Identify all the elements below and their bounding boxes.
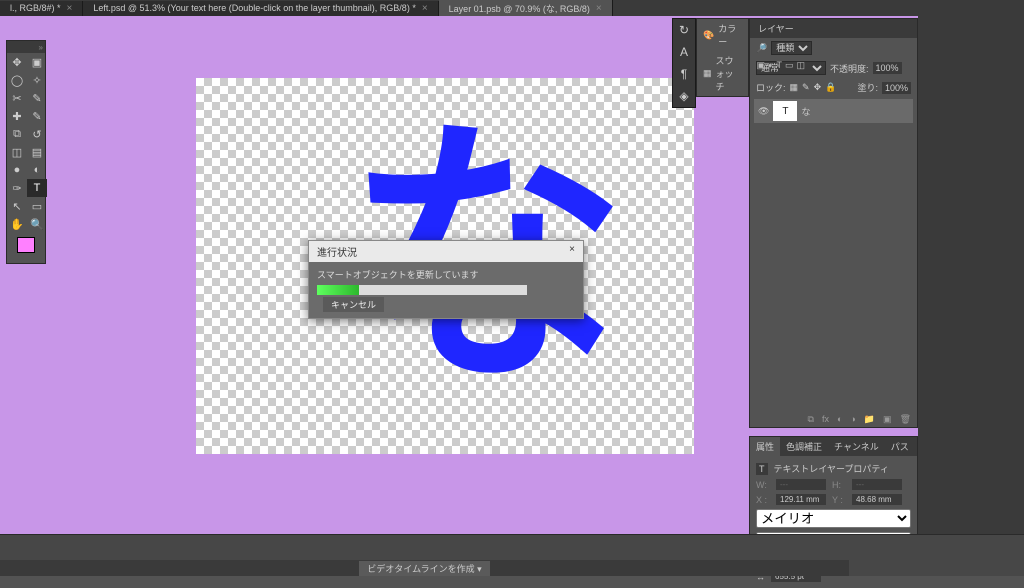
progress-bar — [317, 285, 527, 295]
tab-doc-1[interactable]: l., RGB/8#) * × — [0, 1, 83, 16]
x-value[interactable]: 129.11 mm — [776, 494, 826, 505]
props-tab-channel[interactable]: チャンネル — [828, 437, 885, 456]
grid-icon: ▦ — [703, 68, 712, 79]
dodge-tool[interactable]: ◐ — [27, 161, 47, 179]
dialog-title-text: 進行状況 — [317, 244, 357, 259]
fx-icon[interactable]: fx — [822, 414, 829, 425]
adj-icon[interactable]: ◑ — [850, 414, 855, 425]
layer-thumbnail[interactable]: T — [773, 101, 797, 121]
close-icon[interactable]: × — [422, 3, 428, 14]
document-tabs: l., RGB/8#) * × Left.psd @ 51.3% (Your te… — [0, 0, 1024, 16]
trash-icon[interactable]: 🗑 — [900, 414, 911, 425]
swatch-tab[interactable]: ▦スウォッチ — [697, 51, 748, 96]
hand-tool[interactable]: ✋ — [7, 215, 27, 233]
lock-pos-icon[interactable]: ✥ — [814, 82, 822, 93]
clone-tool[interactable]: ⧉ — [7, 125, 27, 143]
w-value[interactable]: --- — [776, 479, 826, 490]
fill-label: 塗り: — [857, 81, 878, 94]
wand-tool[interactable]: ✧ — [27, 71, 47, 89]
bottom-bar: ビデオタイムラインを作成 ▾ — [0, 534, 1024, 576]
right-toolstrip: ↻ A ¶ ◈ — [672, 18, 696, 108]
new-icon[interactable]: ▣ — [883, 414, 892, 425]
search-icon: 🔎 — [756, 43, 767, 54]
lock-label: ロック: — [756, 81, 786, 94]
layers-panel: レイヤー 🔎 種類 ▣ ◐ T ▭ ◫ 通常 不透明度: 100% ロック: ▦… — [749, 18, 918, 428]
h-value[interactable]: --- — [852, 479, 902, 490]
char-panel-icon[interactable]: A — [673, 41, 695, 63]
right-dock-collapse — [918, 16, 1024, 576]
opacity-value[interactable]: 100% — [873, 62, 902, 74]
link-icon[interactable]: ⧉ — [808, 414, 814, 425]
tab-doc-3[interactable]: Layer 01.psb @ 70.9% (な, RGB/8) × — [439, 0, 613, 17]
create-timeline-button[interactable]: ビデオタイムラインを作成 ▾ — [359, 561, 489, 576]
blur-tool[interactable]: ● — [7, 161, 27, 179]
tab-label: Left.psd @ 51.3% (Your text here (Double… — [93, 3, 415, 13]
lasso-tool[interactable]: ◯ — [7, 71, 27, 89]
close-icon[interactable]: × — [596, 3, 602, 14]
lock-paint-icon[interactable]: ✎ — [802, 82, 810, 93]
folder-icon[interactable]: 📁 — [864, 414, 875, 425]
type-tool[interactable]: T — [27, 179, 47, 197]
tab-doc-2[interactable]: Left.psd @ 51.3% (Your text here (Double… — [83, 1, 438, 16]
type-icon: T — [756, 463, 768, 475]
filter-kind[interactable]: 種類 — [771, 41, 812, 55]
foreground-color[interactable] — [17, 237, 35, 253]
3d-icon[interactable]: ◈ — [673, 85, 695, 107]
layer-name: な — [801, 105, 810, 118]
h-label: H: — [832, 480, 846, 490]
type-label: テキストレイヤープロパティ — [774, 462, 889, 475]
w-label: W: — [756, 480, 770, 490]
pen-tool[interactable]: ✑ — [7, 179, 27, 197]
props-tab-path[interactable]: パス — [885, 437, 915, 456]
marquee-tool[interactable]: ▣ — [27, 53, 47, 71]
tab-label: Layer 01.psb @ 70.9% (な, RGB/8) — [449, 2, 590, 15]
history-icon[interactable]: ↻ — [673, 19, 695, 41]
eyedropper-tool[interactable]: ✎ — [27, 89, 47, 107]
y-label: Y : — [832, 495, 846, 505]
heal-tool[interactable]: ✚ — [7, 107, 27, 125]
mask-icon[interactable]: ◐ — [837, 414, 842, 425]
progress-message: スマートオブジェクトを更新しています — [317, 268, 575, 281]
smart-filter-icon[interactable]: ◫ — [796, 60, 805, 71]
props-tab-attrs[interactable]: 属性 — [750, 437, 780, 456]
lock-trans-icon[interactable]: ▦ — [790, 82, 799, 93]
shape-filter-icon[interactable]: ▭ — [785, 60, 794, 71]
lock-all-icon[interactable]: 🔒 — [825, 82, 836, 93]
tools-header[interactable]: » — [7, 41, 45, 53]
tab-label: l., RGB/8#) * — [10, 3, 61, 13]
history-tool[interactable]: ↺ — [27, 125, 47, 143]
color-tab[interactable]: 🎨カラー — [697, 19, 748, 51]
close-icon[interactable]: × — [569, 244, 575, 259]
adj-filter-icon[interactable]: ◐ — [768, 60, 773, 71]
brush-tool[interactable]: ✎ — [27, 107, 47, 125]
color-panel: 🎨カラー ▦スウォッチ — [696, 18, 749, 97]
tools-panel: » ✥ ▣ ◯ ✧ ✂ ✎ ✚ ✎ ⧉ ↺ ◫ ▤ ● ◐ ✑ T ↖ ▭ ✋ … — [6, 40, 46, 264]
gradient-tool[interactable]: ▤ — [27, 143, 47, 161]
type-filter-icon[interactable]: T — [776, 60, 782, 71]
path-tool[interactable]: ↖ — [7, 197, 27, 215]
move-tool[interactable]: ✥ — [7, 53, 27, 71]
layer-item[interactable]: 👁 T な — [754, 99, 913, 123]
opacity-label: 不透明度: — [830, 62, 869, 75]
shape-tool[interactable]: ▭ — [27, 197, 47, 215]
palette-icon: 🎨 — [703, 30, 714, 41]
fill-value[interactable]: 100% — [882, 82, 911, 94]
cancel-button[interactable]: キャンセル — [323, 297, 384, 312]
visibility-icon[interactable]: 👁 — [758, 106, 769, 117]
x-label: X : — [756, 495, 770, 505]
progress-fill — [317, 285, 359, 295]
layers-title: レイヤー — [750, 19, 917, 38]
close-icon[interactable]: × — [67, 3, 73, 14]
font-select[interactable]: メイリオ — [756, 509, 911, 528]
progress-dialog: 進行状況 × スマートオブジェクトを更新しています キャンセル — [308, 240, 584, 319]
img-filter-icon[interactable]: ▣ — [757, 60, 766, 71]
eraser-tool[interactable]: ◫ — [7, 143, 27, 161]
y-value[interactable]: 48.68 mm — [852, 494, 902, 505]
props-tab-adjust[interactable]: 色調補正 — [780, 437, 828, 456]
paragraph-icon[interactable]: ¶ — [673, 63, 695, 85]
zoom-tool[interactable]: 🔍 — [27, 215, 47, 233]
crop-tool[interactable]: ✂ — [7, 89, 27, 107]
